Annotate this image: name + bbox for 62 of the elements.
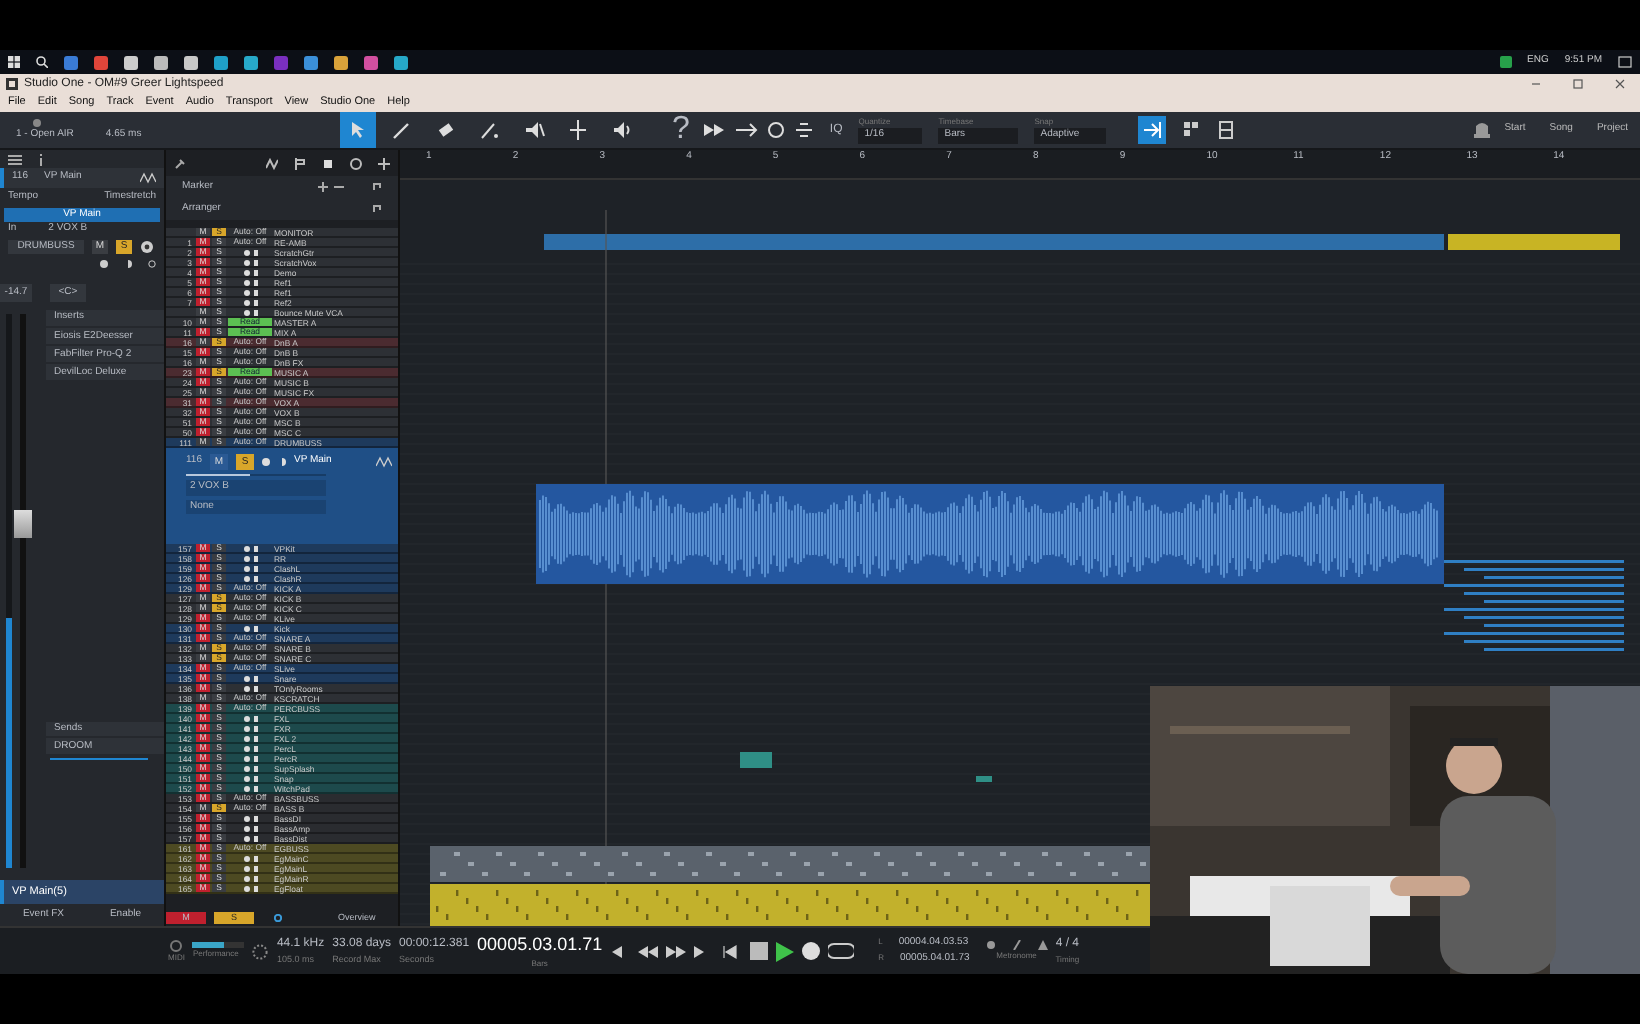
app-icon[interactable]: [394, 55, 408, 69]
audio-device-icon: [32, 117, 42, 128]
wrench-icon[interactable]: [174, 157, 186, 169]
app-icon[interactable]: [184, 55, 198, 69]
stop-icon[interactable]: [750, 942, 769, 960]
fader-handle[interactable]: [14, 510, 32, 539]
audio-event-strips[interactable]: [1444, 560, 1624, 651]
pan-knob-icon[interactable]: [140, 240, 154, 254]
menu-icon[interactable]: [8, 153, 22, 165]
fast-forward-icon[interactable]: [666, 943, 687, 959]
return-to-zero-icon[interactable]: [722, 943, 743, 959]
app-icon[interactable]: [304, 55, 318, 69]
play-icon[interactable]: [776, 941, 795, 961]
app-icon[interactable]: [124, 55, 138, 69]
arrow-icon[interactable]: [733, 120, 758, 140]
automation-icon[interactable]: [266, 157, 278, 169]
snap-toggle-icon[interactable]: [1142, 120, 1163, 140]
position-readout: 00005.03.01.71: [477, 931, 603, 958]
loop-icon[interactable]: [765, 120, 786, 140]
pencil-tool-icon[interactable]: [390, 118, 414, 142]
info-icon[interactable]: [38, 153, 44, 165]
add-track-icon[interactable]: [378, 157, 390, 169]
record-icon[interactable]: [243, 625, 249, 631]
record-icon[interactable]: [261, 458, 270, 466]
app-icon[interactable]: [334, 55, 348, 69]
audio-event[interactable]: [430, 884, 1150, 926]
speaker-tool-icon[interactable]: [610, 118, 634, 142]
mute-tool-icon[interactable]: [522, 118, 546, 142]
maximize-icon[interactable]: [1572, 78, 1584, 90]
dial-icon: [252, 943, 269, 959]
monitor-all-icon[interactable]: [274, 914, 282, 922]
record-button-icon[interactable]: [802, 942, 821, 960]
app-icon[interactable]: [364, 55, 378, 69]
paint-tool-icon[interactable]: [478, 118, 502, 142]
forward-icon[interactable]: [701, 120, 726, 140]
remove-marker-icon[interactable]: [334, 182, 344, 192]
loop-icon[interactable]: [828, 942, 855, 960]
flag-icon[interactable]: [294, 157, 306, 169]
start-page-icon[interactable]: [1472, 120, 1493, 140]
app-icon[interactable]: [214, 55, 228, 69]
waveform-icon: [140, 172, 156, 184]
rewind-icon[interactable]: [638, 943, 659, 959]
add-marker-icon[interactable]: [318, 182, 328, 192]
tray-icon[interactable]: [1499, 56, 1512, 68]
split-tool-icon[interactable]: [566, 118, 590, 142]
midi-icon: [168, 939, 185, 951]
clock-icon[interactable]: [350, 157, 362, 169]
start-icon[interactable]: [8, 56, 20, 68]
grid-icon[interactable]: [1182, 120, 1203, 140]
record-icon[interactable]: [100, 260, 108, 268]
notification-icon[interactable]: [1618, 56, 1632, 68]
app-icon[interactable]: [244, 55, 258, 69]
minimize-icon[interactable]: [1530, 78, 1542, 90]
eraser-tool-icon[interactable]: [434, 118, 458, 142]
search-icon[interactable]: [36, 56, 48, 68]
monitor-icon[interactable]: [124, 260, 132, 268]
input-icon[interactable]: [148, 260, 156, 268]
close-icon[interactable]: [1614, 78, 1626, 90]
waveform-icon: [376, 456, 392, 468]
help-button[interactable]: ?: [672, 106, 690, 154]
app-icon[interactable]: [154, 55, 168, 69]
notes-icon[interactable]: [322, 157, 334, 169]
